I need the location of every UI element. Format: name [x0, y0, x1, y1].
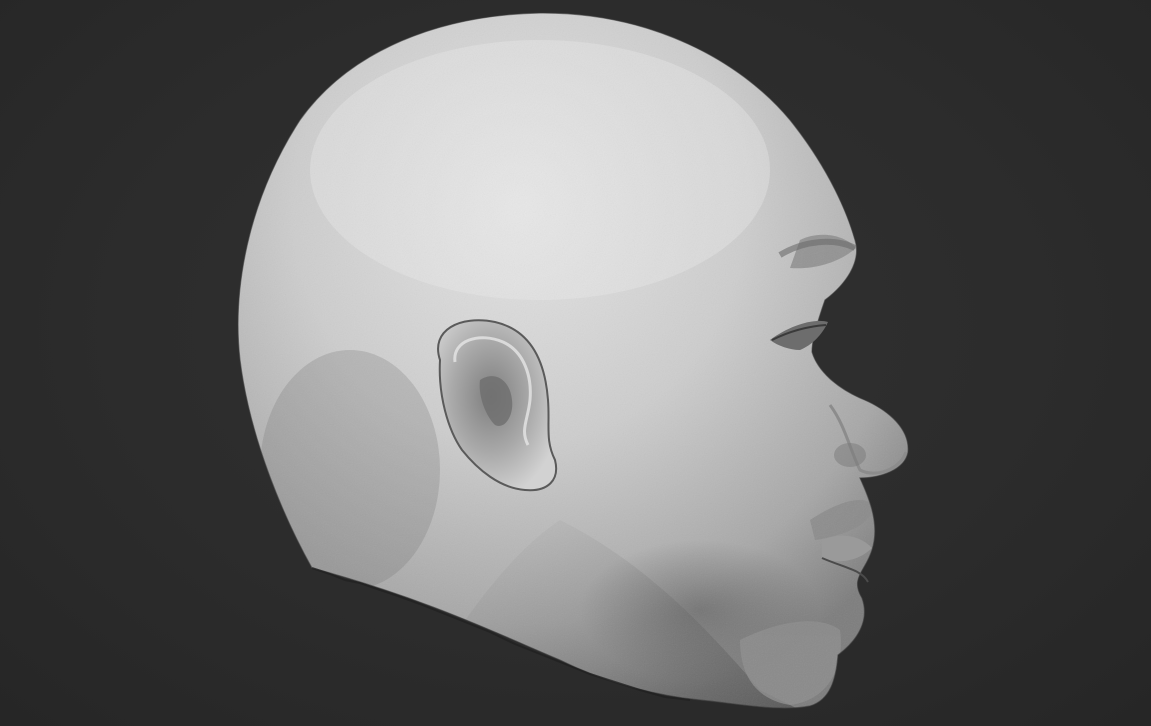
- 3d-viewport[interactable]: [0, 0, 1151, 726]
- head-sculpt-model[interactable]: [0, 0, 1151, 726]
